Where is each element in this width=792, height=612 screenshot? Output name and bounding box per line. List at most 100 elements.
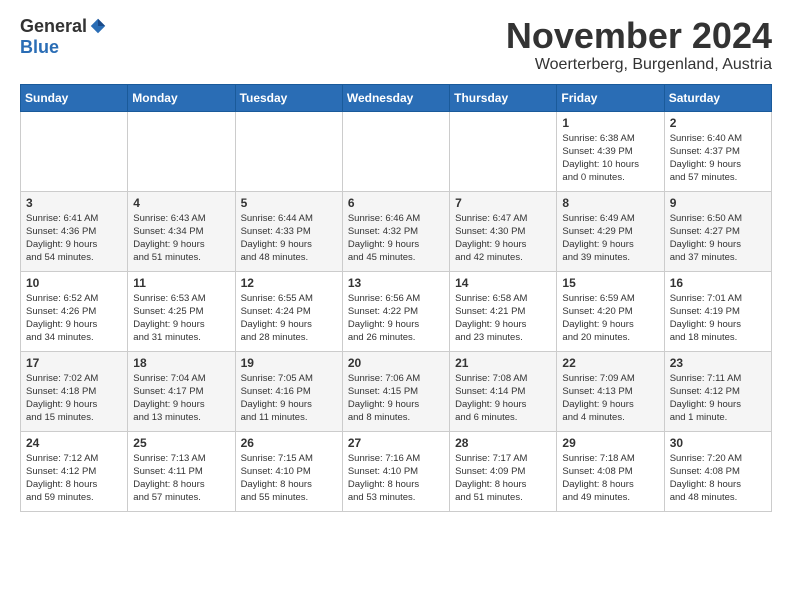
day-cell: 12 Sunrise: 6:55 AM Sunset: 4:24 PM Dayli… — [235, 271, 342, 351]
calendar: Sunday Monday Tuesday Wednesday Thursday… — [20, 84, 772, 512]
day-cell — [450, 111, 557, 191]
day-cell: 19Sunrise: 7:05 AM Sunset: 4:16 PM Dayli… — [235, 351, 342, 431]
day-number: 12 — [241, 276, 337, 290]
col-friday: Friday — [557, 84, 664, 111]
day-info: Sunrise: 6:53 AM Sunset: 4:25 PM Dayligh… — [133, 292, 229, 345]
day-info: Sunrise: 6:50 AM Sunset: 4:27 PM Dayligh… — [670, 212, 766, 265]
day-info: Sunrise: 6:58 AM Sunset: 4:21 PM Dayligh… — [455, 292, 551, 345]
day-cell: 1 Sunrise: 6:38 AM Sunset: 4:39 PM Daylig… — [557, 111, 664, 191]
day-cell: 22 Sunrise: 7:09 AM Sunset: 4:13 PM Dayli… — [557, 351, 664, 431]
day-number: 8 — [562, 196, 658, 210]
day-cell: 11 Sunrise: 6:53 AM Sunset: 4:25 PM Dayli… — [128, 271, 235, 351]
logo: General Blue — [20, 16, 107, 58]
day-info: Sunrise: 7:04 AM Sunset: 4:17 PM Dayligh… — [133, 372, 229, 425]
day-number: 23 — [670, 356, 766, 370]
day-info: Sunrise: 6:52 AM Sunset: 4:26 PM Dayligh… — [26, 292, 122, 345]
week-row-5: 24 Sunrise: 7:12 AM Sunset: 4:12 PM Dayli… — [21, 431, 772, 511]
day-cell: 28 Sunrise: 7:17 AM Sunset: 4:09 PM Dayli… — [450, 431, 557, 511]
day-info: Sunrise: 6:55 AM Sunset: 4:24 PM Dayligh… — [241, 292, 337, 345]
day-number: 2 — [670, 116, 766, 130]
day-number: 26 — [241, 436, 337, 450]
day-number: 24 — [26, 436, 122, 450]
day-cell: 29 Sunrise: 7:18 AM Sunset: 4:08 PM Dayli… — [557, 431, 664, 511]
day-cell: 27Sunrise: 7:16 AM Sunset: 4:10 PM Dayli… — [342, 431, 449, 511]
day-cell: 9 Sunrise: 6:50 AM Sunset: 4:27 PM Daylig… — [664, 191, 771, 271]
day-number: 4 — [133, 196, 229, 210]
day-number: 20 — [348, 356, 444, 370]
page: General Blue November 2024 Woerterberg, … — [0, 0, 792, 528]
day-number: 18 — [133, 356, 229, 370]
day-info: Sunrise: 6:38 AM Sunset: 4:39 PM Dayligh… — [562, 132, 658, 185]
day-cell: 15 Sunrise: 6:59 AM Sunset: 4:20 PM Dayli… — [557, 271, 664, 351]
day-info: Sunrise: 7:08 AM Sunset: 4:14 PM Dayligh… — [455, 372, 551, 425]
day-number: 22 — [562, 356, 658, 370]
logo-blue-text: Blue — [20, 37, 59, 57]
day-cell — [21, 111, 128, 191]
day-number: 10 — [26, 276, 122, 290]
day-info: Sunrise: 7:02 AM Sunset: 4:18 PM Dayligh… — [26, 372, 122, 425]
header: General Blue November 2024 Woerterberg, … — [20, 16, 772, 74]
col-tuesday: Tuesday — [235, 84, 342, 111]
day-cell: 13Sunrise: 6:56 AM Sunset: 4:22 PM Dayli… — [342, 271, 449, 351]
col-sunday: Sunday — [21, 84, 128, 111]
day-cell: 24 Sunrise: 7:12 AM Sunset: 4:12 PM Dayli… — [21, 431, 128, 511]
day-cell: 20 Sunrise: 7:06 AM Sunset: 4:15 PM Dayli… — [342, 351, 449, 431]
day-number: 16 — [670, 276, 766, 290]
day-info: Sunrise: 7:13 AM Sunset: 4:11 PM Dayligh… — [133, 452, 229, 505]
day-cell: 30 Sunrise: 7:20 AM Sunset: 4:08 PM Dayli… — [664, 431, 771, 511]
day-cell: 21Sunrise: 7:08 AM Sunset: 4:14 PM Dayli… — [450, 351, 557, 431]
day-info: Sunrise: 6:40 AM Sunset: 4:37 PM Dayligh… — [670, 132, 766, 185]
day-number: 14 — [455, 276, 551, 290]
day-info: Sunrise: 7:06 AM Sunset: 4:15 PM Dayligh… — [348, 372, 444, 425]
day-info: Sunrise: 7:05 AM Sunset: 4:16 PM Dayligh… — [241, 372, 337, 425]
week-row-1: 1 Sunrise: 6:38 AM Sunset: 4:39 PM Daylig… — [21, 111, 772, 191]
day-info: Sunrise: 6:47 AM Sunset: 4:30 PM Dayligh… — [455, 212, 551, 265]
week-row-4: 17Sunrise: 7:02 AM Sunset: 4:18 PM Dayli… — [21, 351, 772, 431]
day-number: 11 — [133, 276, 229, 290]
day-number: 15 — [562, 276, 658, 290]
day-number: 6 — [348, 196, 444, 210]
col-thursday: Thursday — [450, 84, 557, 111]
location-title: Woerterberg, Burgenland, Austria — [506, 56, 772, 74]
logo-icon — [89, 17, 107, 35]
day-cell: 17Sunrise: 7:02 AM Sunset: 4:18 PM Dayli… — [21, 351, 128, 431]
day-cell: 7Sunrise: 6:47 AM Sunset: 4:30 PM Daylig… — [450, 191, 557, 271]
week-row-2: 3 Sunrise: 6:41 AM Sunset: 4:36 PM Daylig… — [21, 191, 772, 271]
day-info: Sunrise: 6:41 AM Sunset: 4:36 PM Dayligh… — [26, 212, 122, 265]
day-cell: 26 Sunrise: 7:15 AM Sunset: 4:10 PM Dayli… — [235, 431, 342, 511]
day-info: Sunrise: 7:17 AM Sunset: 4:09 PM Dayligh… — [455, 452, 551, 505]
col-saturday: Saturday — [664, 84, 771, 111]
day-info: Sunrise: 6:49 AM Sunset: 4:29 PM Dayligh… — [562, 212, 658, 265]
day-info: Sunrise: 7:15 AM Sunset: 4:10 PM Dayligh… — [241, 452, 337, 505]
day-cell: 10 Sunrise: 6:52 AM Sunset: 4:26 PM Dayli… — [21, 271, 128, 351]
day-number: 9 — [670, 196, 766, 210]
day-info: Sunrise: 7:09 AM Sunset: 4:13 PM Dayligh… — [562, 372, 658, 425]
day-cell — [235, 111, 342, 191]
day-cell: 25 Sunrise: 7:13 AM Sunset: 4:11 PM Dayli… — [128, 431, 235, 511]
header-row: Sunday Monday Tuesday Wednesday Thursday… — [21, 84, 772, 111]
day-number: 30 — [670, 436, 766, 450]
title-section: November 2024 Woerterberg, Burgenland, A… — [506, 16, 772, 74]
day-cell: 4Sunrise: 6:43 AM Sunset: 4:34 PM Daylig… — [128, 191, 235, 271]
col-wednesday: Wednesday — [342, 84, 449, 111]
day-cell: 6 Sunrise: 6:46 AM Sunset: 4:32 PM Daylig… — [342, 191, 449, 271]
day-info: Sunrise: 6:59 AM Sunset: 4:20 PM Dayligh… — [562, 292, 658, 345]
day-cell: 14 Sunrise: 6:58 AM Sunset: 4:21 PM Dayli… — [450, 271, 557, 351]
day-info: Sunrise: 7:16 AM Sunset: 4:10 PM Dayligh… — [348, 452, 444, 505]
day-info: Sunrise: 7:18 AM Sunset: 4:08 PM Dayligh… — [562, 452, 658, 505]
day-number: 5 — [241, 196, 337, 210]
day-cell: 18 Sunrise: 7:04 AM Sunset: 4:17 PM Dayli… — [128, 351, 235, 431]
day-number: 25 — [133, 436, 229, 450]
day-number: 1 — [562, 116, 658, 130]
day-cell: 23 Sunrise: 7:11 AM Sunset: 4:12 PM Dayli… — [664, 351, 771, 431]
day-info: Sunrise: 7:12 AM Sunset: 4:12 PM Dayligh… — [26, 452, 122, 505]
col-monday: Monday — [128, 84, 235, 111]
day-info: Sunrise: 7:11 AM Sunset: 4:12 PM Dayligh… — [670, 372, 766, 425]
day-number: 29 — [562, 436, 658, 450]
day-cell: 2 Sunrise: 6:40 AM Sunset: 4:37 PM Daylig… — [664, 111, 771, 191]
day-number: 3 — [26, 196, 122, 210]
day-info: Sunrise: 6:46 AM Sunset: 4:32 PM Dayligh… — [348, 212, 444, 265]
day-number: 28 — [455, 436, 551, 450]
day-info: Sunrise: 7:20 AM Sunset: 4:08 PM Dayligh… — [670, 452, 766, 505]
day-info: Sunrise: 6:44 AM Sunset: 4:33 PM Dayligh… — [241, 212, 337, 265]
